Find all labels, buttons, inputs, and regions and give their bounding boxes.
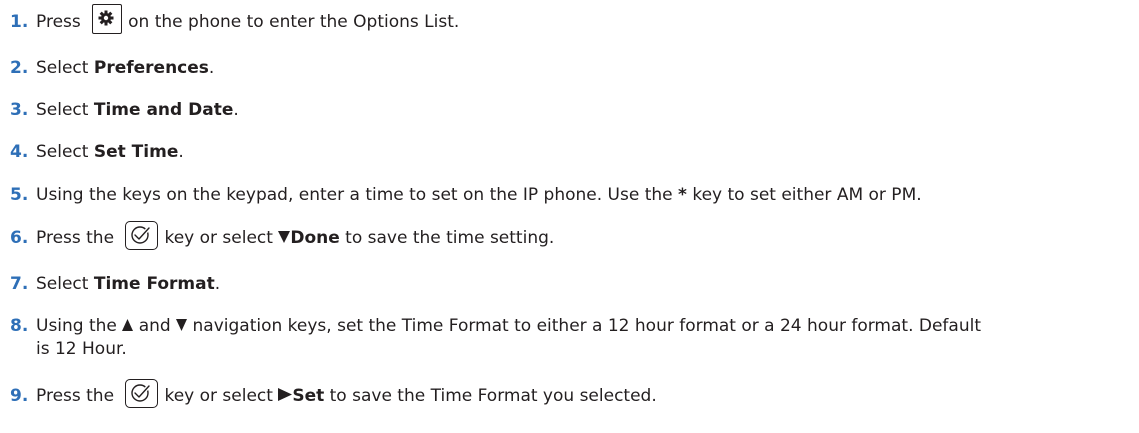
step-4: 4. Select Set Time. (10, 141, 1129, 163)
step-text: Select (36, 100, 94, 120)
menu-item-set-time: Set Time (93, 142, 179, 162)
step-number: 1. (10, 12, 29, 32)
step-text-after: . (233, 100, 239, 120)
step-3: 3. Select Time and Date. (10, 99, 1129, 121)
step-number: 3. (10, 100, 29, 120)
step-text: Select (36, 274, 94, 294)
step-text-middle: key or select (164, 228, 279, 248)
triangle-down-icon (176, 319, 188, 331)
triangle-up-icon (122, 319, 134, 331)
step-8: 8. Using the and navigation keys, set the… (10, 315, 1129, 337)
step-text: Press (36, 12, 81, 32)
star-key-label: * (678, 185, 687, 205)
step-9: 9. Press the key or select Set to save th… (10, 379, 1129, 408)
step-8-continuation: is 12 Hour. (10, 338, 1129, 360)
step-text-after: key to set either AM or PM. (686, 185, 922, 205)
step-text-line2: is 12 Hour. (36, 339, 127, 359)
step-text-after: . (214, 274, 221, 294)
menu-item-preferences: Preferences (93, 58, 209, 78)
step-number: 6. (10, 228, 29, 248)
gear-icon (98, 10, 114, 26)
step-number: 9. (10, 386, 29, 406)
step-text-middle: key or select (164, 386, 279, 406)
checkmark-icon (131, 384, 152, 402)
step-text-after: to save the Time Format you selected. (324, 386, 657, 406)
step-7: 7. Select Time Format. (10, 273, 1129, 295)
step-number: 7. (10, 274, 29, 294)
options-key (92, 4, 123, 34)
menu-item-time-format: Time Format (93, 274, 215, 294)
step-text: Select (36, 142, 94, 162)
checkmark-icon (131, 226, 152, 244)
step-2: 2. Select Preferences. (10, 57, 1129, 79)
step-1: 1. Press on the phone to enter the Option… (10, 4, 1129, 34)
step-text: Using the keys on the keypad, enter a ti… (36, 185, 679, 205)
step-text: Press the (36, 386, 115, 406)
step-text: Select (36, 58, 94, 78)
step-text-after: to save the time setting. (339, 228, 555, 248)
step-text-after: navigation keys, set the Time Format to … (192, 316, 981, 336)
procedure-steps: 1. Press on the phone to enter the Option… (0, 0, 1139, 433)
triangle-down-icon (278, 231, 291, 243)
step-text-after: . (208, 58, 215, 78)
step-number: 2. (10, 58, 29, 78)
step-text-after: . (178, 142, 184, 162)
enter-key (125, 379, 159, 408)
menu-item-time-and-date: Time and Date (93, 100, 234, 120)
step-text-middle: and (138, 316, 171, 336)
triangle-right-icon (278, 388, 293, 401)
step-text-after: on the phone to enter the Options List. (128, 12, 460, 32)
step-text: Using the (36, 316, 117, 336)
softkey-done: Done (290, 228, 340, 248)
step-number: 5. (10, 185, 29, 205)
step-text: Press the (36, 228, 115, 248)
step-number: 8. (10, 316, 29, 336)
step-6: 6. Press the key or select Done to save t… (10, 221, 1129, 250)
step-5: 5. Using the keys on the keypad, enter a … (10, 184, 1129, 206)
step-number: 4. (10, 142, 29, 162)
enter-key (125, 221, 159, 250)
softkey-set: Set (292, 386, 325, 406)
